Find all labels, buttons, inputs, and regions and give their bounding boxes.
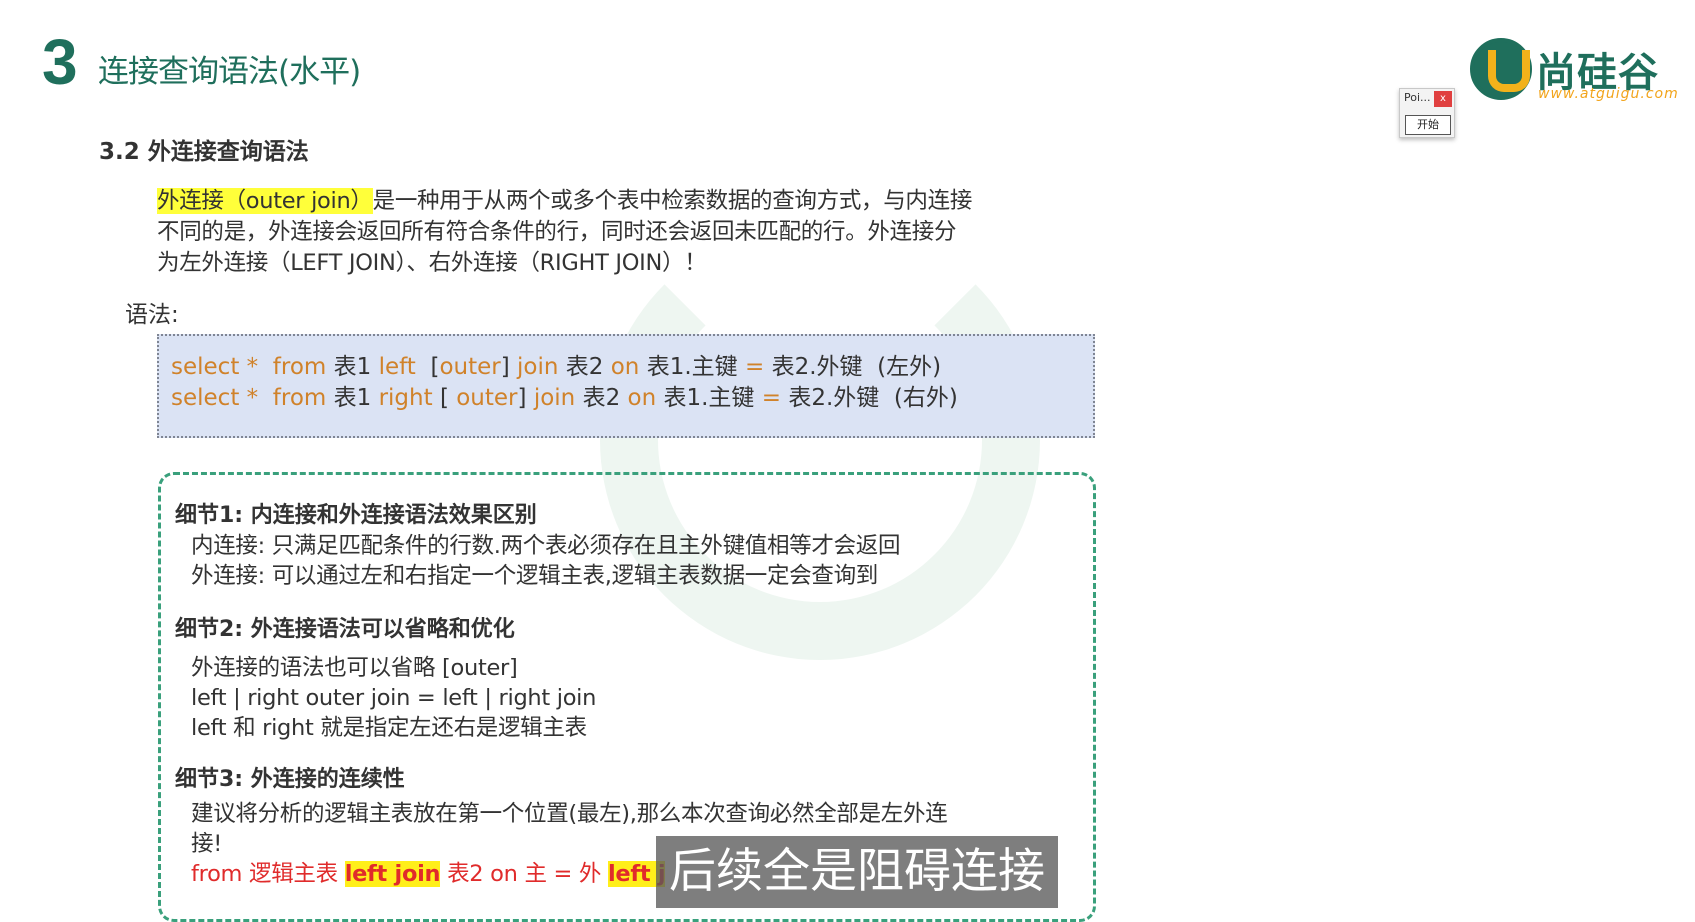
floating-widget: Poi... x 开始 (1399, 88, 1455, 138)
detail1-line1: 内连接: 只满足匹配条件的行数.两个表必须存在且主外键值相等才会返回 (191, 533, 901, 559)
intro-paragraph: 外连接（outer join）是一种用于从两个或多个表中检索数据的查询方式，与内… (157, 186, 1097, 279)
detail2-line1: 外连接的语法也可以省略 [outer] (191, 655, 518, 681)
logo-icon (1470, 38, 1532, 100)
detail1-title: 细节1: 内连接和外连接语法效果区别 (175, 503, 537, 528)
subtitle-text: 后续全是阻碍连接 (669, 844, 1045, 899)
section-heading: 3.2 外连接查询语法 (99, 139, 309, 165)
paragraph-line2: 不同的是，外连接会返回所有符合条件的行，同时还会返回未匹配的行。外连接分 (157, 219, 957, 245)
detail2-title: 细节2: 外连接语法可以省略和优化 (175, 617, 515, 642)
detail2-line2: left | right outer join = left | right j… (191, 685, 597, 711)
detail3-code-example: from 逻辑主表 left join 表2 on 主 = 外 left j (191, 861, 666, 887)
highlighted-term: 外连接（outer join） (157, 188, 373, 214)
widget-label: Poi... (1404, 91, 1431, 104)
brand-logo: 尚硅谷 www.atguigu.com (1470, 38, 1680, 104)
detail3-line1: 建议将分析的逻辑主表放在第一个位置(最左),那么本次查询必然全部是左外连 (191, 801, 948, 827)
detail3-line2: 接! (191, 831, 222, 857)
code-line-right: select * from 表1 right [ outer] join 表2 … (171, 385, 958, 411)
paragraph-line1: 是一种用于从两个或多个表中检索数据的查询方式，与内连接 (372, 188, 973, 214)
detail3-title: 细节3: 外连接的连续性 (175, 767, 405, 792)
syntax-code-box: select * from 表1 left [outer] join 表2 on… (157, 334, 1095, 438)
slide-title: 连接查询语法(水平) (98, 54, 361, 90)
paragraph-line3: 为左外连接（LEFT JOIN）、右外连接（RIGHT JOIN）！ (157, 250, 707, 276)
close-icon[interactable]: x (1434, 91, 1452, 107)
start-button[interactable]: 开始 (1405, 115, 1451, 135)
syntax-label: 语法: (125, 302, 179, 328)
code-line-left: select * from 表1 left [outer] join 表2 on… (171, 354, 942, 380)
detail1-line2: 外连接: 可以通过左和右指定一个逻辑主表,逻辑主表数据一定会查询到 (191, 563, 878, 589)
detail2-line3: left 和 right 就是指定左还右是逻辑主表 (191, 715, 587, 741)
video-subtitle: 后续全是阻碍连接 (656, 836, 1058, 908)
logo-url: www.atguigu.com (1538, 86, 1679, 102)
slide-number: 3 (42, 26, 78, 98)
